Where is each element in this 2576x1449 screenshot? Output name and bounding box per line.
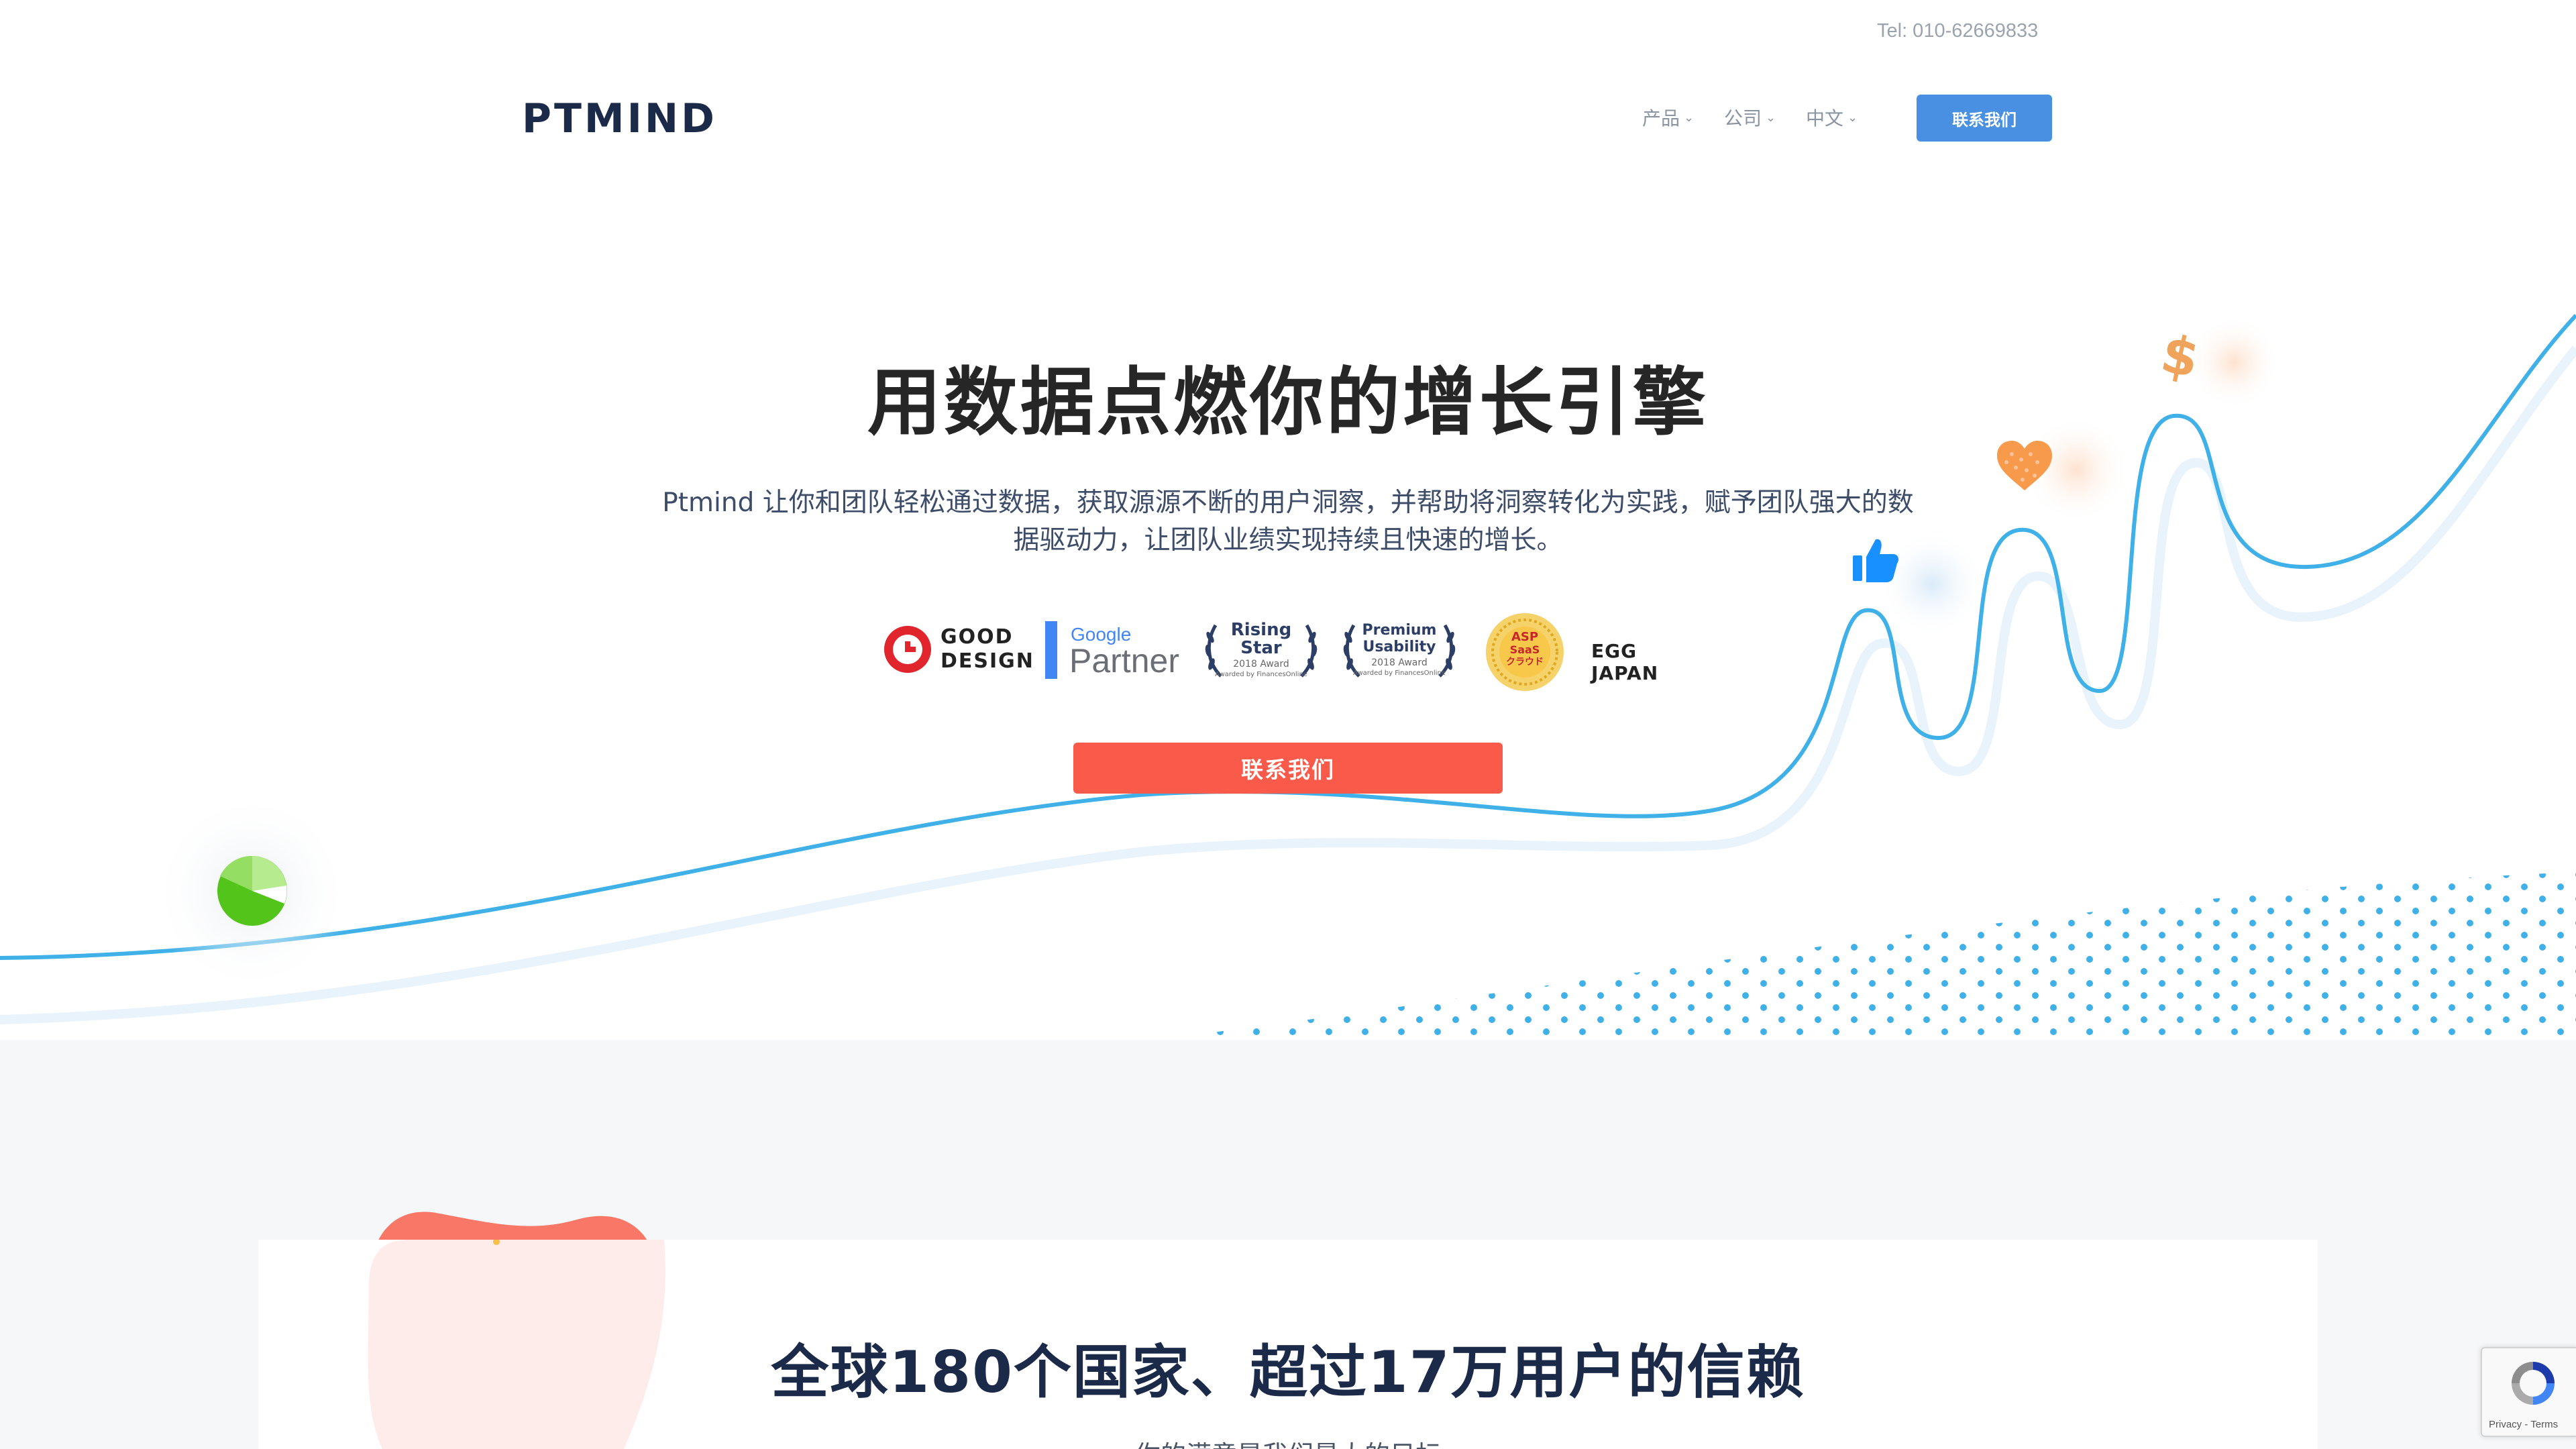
recaptcha-icon [2512,1362,2555,1405]
good-design-badge: GOOD DESIGN [941,625,1034,674]
premium-usability-awarded-by: Awarded by FinancesOnline [1353,669,1446,677]
hero-subtitle-line-1: Ptmind 让你和团队轻松通过数据，获取源源不断的用户洞察，并帮助将洞察转化为… [662,488,1914,518]
asp-line-1: ASP [1511,630,1539,644]
rising-star-awarded-by: Awarded by FinancesOnline [1215,671,1307,678]
asp-line-2: SaaS [1509,643,1540,656]
good-design-line-2: DESIGN [941,649,1034,673]
pie-chart-icon [217,855,287,926]
egg-japan-logo: EGG JAPAN [1591,640,1659,684]
award-badges: GOOD DESIGN Google Partner Rising Star 2… [879,612,1697,692]
rising-star-line-1: Rising [1230,620,1292,640]
hero-subtitle-line-2: 据驱动力，让团队业绩实现持续且快速的增长。 [1013,525,1563,555]
premium-usability-line-2: Usability [1362,639,1436,655]
trust-section-title: 全球180个国家、超过17万用户的信赖 [771,1339,1805,1406]
partner-word: Partner [1069,642,1179,680]
rising-star-line-2: Star [1240,638,1282,658]
page: Tel: 010-62669833 PTMIND 产品 ⌄ 公司 ⌄ 中文 ⌄ … [0,0,2576,1449]
premium-usability-line-1: Premium [1362,622,1437,639]
premium-usability-badge: Premium Usability 2018 Award Awarded by … [1339,623,1460,678]
recaptcha-privacy-link[interactable]: Privacy [2489,1419,2522,1430]
contact-us-cta-button[interactable]: 联系我们 [1073,743,1503,794]
recaptcha-badge[interactable]: Privacy - Terms [2481,1347,2576,1437]
rising-star-year: 2018 Award [1233,659,1289,669]
recaptcha-separator: - [2522,1419,2531,1430]
recaptcha-terms-link[interactable]: Terms [2530,1419,2558,1430]
hero-title: 用数据点燃你的增长引擎 [867,360,1709,445]
trust-section-subtitle: 你的满意是我们最大的目标 [0,1434,2576,1449]
asp-line-3: クラウド [1506,657,1544,667]
google-partner-bar [1045,621,1057,679]
good-design-logo-icon [884,626,931,673]
asp-saas-badge: ASP SaaS クラウド [1485,631,1565,668]
hero-subtitle: Ptmind 让你和团队轻松通过数据，获取源源不断的用户洞察，并帮助将洞察转化为… [631,484,1945,559]
good-design-line-1: GOOD [941,625,1014,649]
rising-star-badge: Rising Star 2018 Award Awarded by Financ… [1201,621,1322,679]
premium-usability-year: 2018 Award [1371,657,1428,668]
recaptcha-links: Privacy - Terms [2489,1419,2558,1430]
